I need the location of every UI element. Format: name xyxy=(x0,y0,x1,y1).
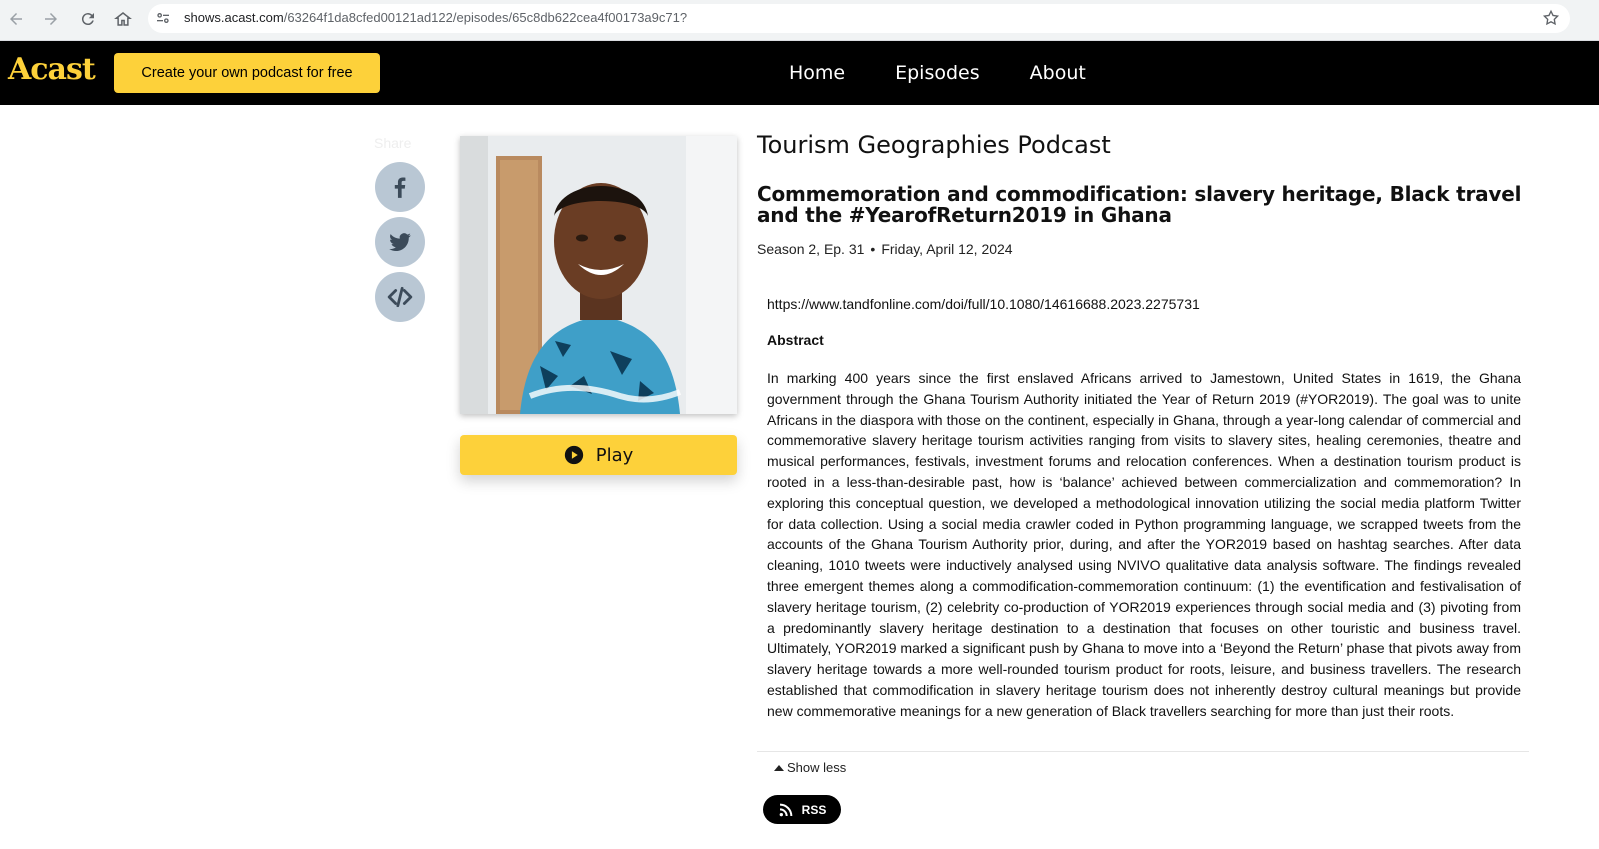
show-less-toggle[interactable]: Show less xyxy=(774,760,846,775)
address-bar[interactable]: shows.acast.com/63264f1da8cfed00121ad122… xyxy=(148,4,1570,33)
abstract-text: In marking 400 years since the first ens… xyxy=(767,370,1521,719)
caret-up-icon xyxy=(774,764,784,771)
share-facebook-button[interactable] xyxy=(375,162,425,212)
home-button[interactable] xyxy=(111,7,135,31)
episode-title: Commemoration and commodification: slave… xyxy=(757,182,1522,227)
nav-episodes[interactable]: Episodes xyxy=(895,62,980,84)
home-icon xyxy=(114,12,132,26)
doi-link[interactable]: https://www.tandfonline.com/doi/full/10.… xyxy=(767,296,1521,312)
arrow-right-icon xyxy=(45,13,57,25)
nav-home[interactable]: Home xyxy=(789,62,845,84)
episode-date: Friday, April 12, 2024 xyxy=(881,241,1013,257)
create-podcast-button[interactable]: Create your own podcast for free xyxy=(114,53,380,93)
site-header: Acast Create your own podcast for free H… xyxy=(0,41,1599,105)
nav-about[interactable]: About xyxy=(1030,62,1086,84)
rss-icon xyxy=(779,803,792,816)
reload-button[interactable] xyxy=(76,7,100,31)
site-info-icon[interactable] xyxy=(154,9,172,27)
arrow-left-icon xyxy=(10,13,22,25)
browser-toolbar: shows.acast.com/63264f1da8cfed00121ad122… xyxy=(0,0,1599,41)
twitter-icon xyxy=(389,233,411,251)
episode-meta: Season 2, Ep. 31 • Friday, April 12, 2024 xyxy=(757,241,1013,257)
embed-code-icon xyxy=(387,286,413,308)
acast-logo[interactable]: Acast xyxy=(8,52,96,87)
share-twitter-button[interactable] xyxy=(375,217,425,267)
show-less-label: Show less xyxy=(787,760,847,775)
url-path: /63264f1da8cfed00121ad122/episodes/65c8d… xyxy=(283,10,688,25)
main-nav: Home Episodes About xyxy=(789,41,1136,105)
facebook-icon xyxy=(394,177,406,198)
meta-separator: • xyxy=(870,241,876,257)
show-title[interactable]: Tourism Geographies Podcast xyxy=(757,131,1111,159)
bookmark-star-icon[interactable] xyxy=(1542,9,1560,27)
rss-button[interactable]: RSS xyxy=(763,795,841,824)
episode-cover-image xyxy=(460,136,737,414)
episode-description: https://www.tandfonline.com/doi/full/10.… xyxy=(767,296,1521,722)
share-embed-button[interactable] xyxy=(375,272,425,322)
rss-label: RSS xyxy=(801,802,827,817)
url-host: shows.acast.com xyxy=(184,10,284,25)
url-text[interactable]: shows.acast.com/63264f1da8cfed00121ad122… xyxy=(184,10,687,25)
forward-button[interactable] xyxy=(39,7,63,31)
share-label: Share xyxy=(374,135,412,151)
divider xyxy=(757,751,1529,752)
season-episode: Season 2, Ep. 31 xyxy=(757,241,865,257)
back-button[interactable] xyxy=(4,7,28,31)
play-button[interactable]: Play xyxy=(460,435,737,475)
reload-icon xyxy=(81,13,94,26)
play-label: Play xyxy=(595,444,634,466)
abstract-heading: Abstract xyxy=(767,332,824,348)
play-circle-icon xyxy=(564,445,584,465)
